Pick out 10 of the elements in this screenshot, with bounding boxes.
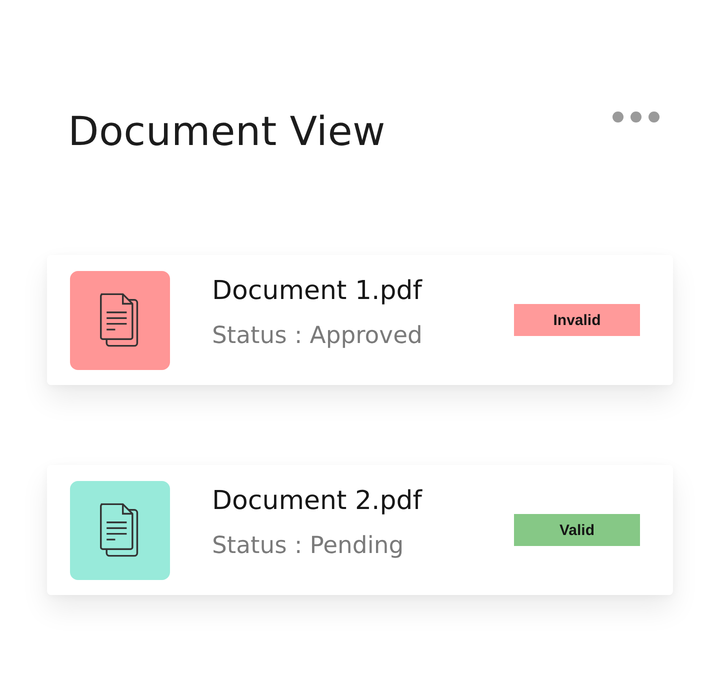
- validity-badge: Invalid: [514, 304, 640, 336]
- document-name: Document 2.pdf: [212, 485, 424, 517]
- validity-badge: Valid: [514, 514, 640, 546]
- document-card[interactable]: Document 2.pdf Status : Pending Valid: [47, 465, 673, 595]
- document-card[interactable]: Document 1.pdf Status : Approved Invalid: [47, 255, 673, 385]
- document-status: Status : Pending: [212, 531, 405, 559]
- document-status: Status : Approved: [212, 321, 424, 349]
- more-options-icon[interactable]: [612, 111, 660, 123]
- document-name: Document 1.pdf: [212, 275, 424, 307]
- page-title: Document View: [68, 108, 386, 157]
